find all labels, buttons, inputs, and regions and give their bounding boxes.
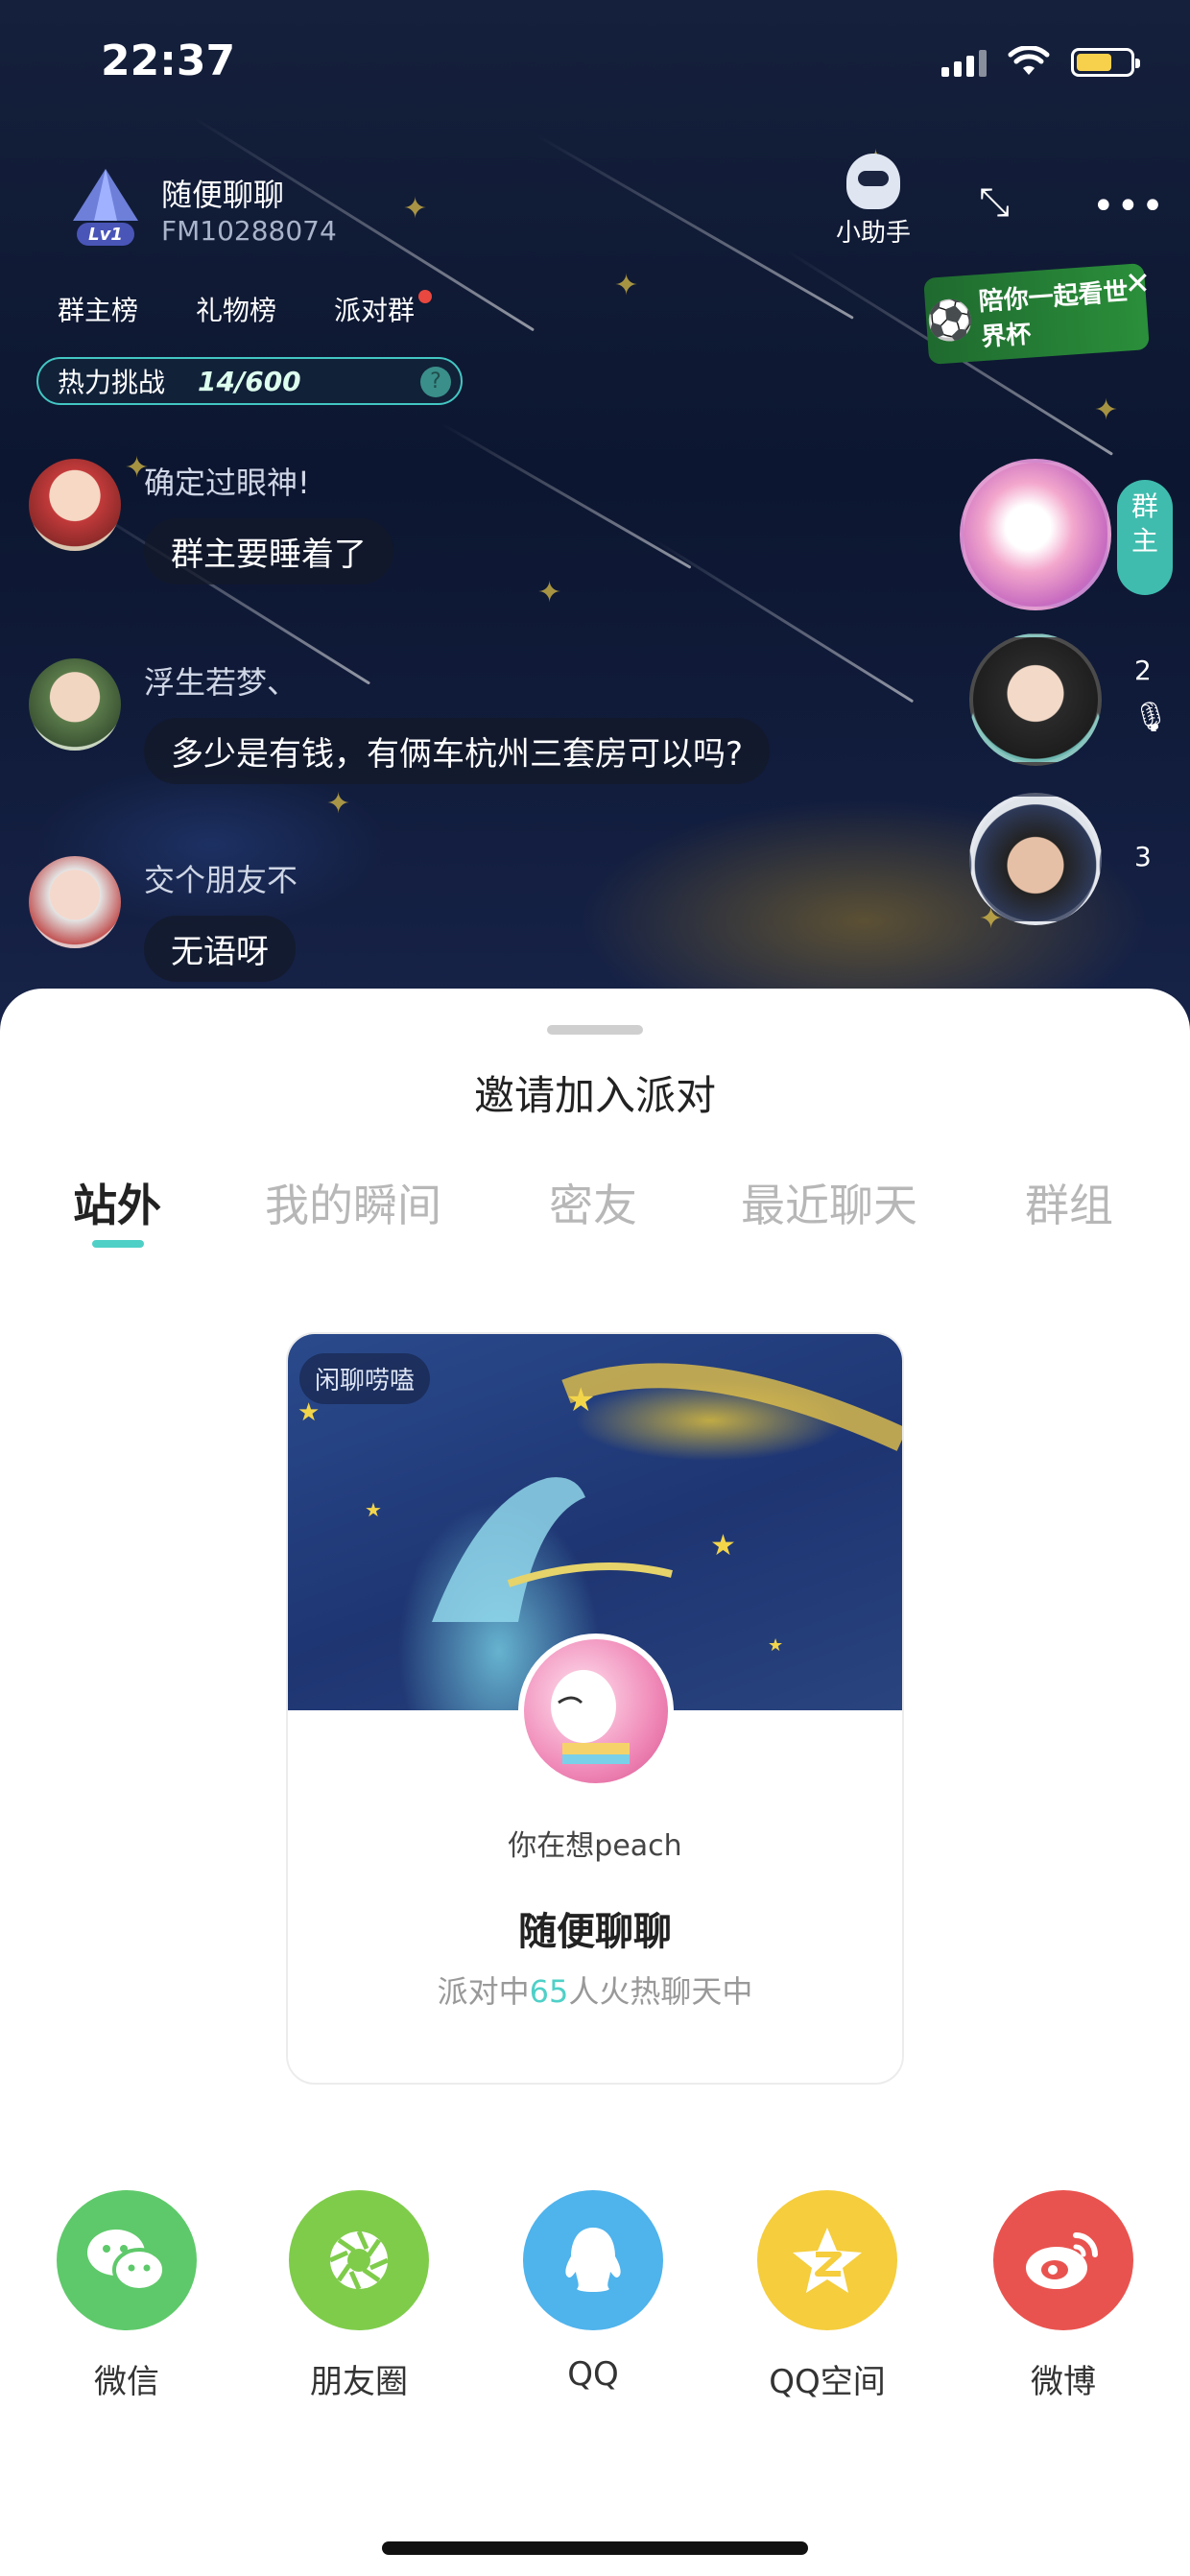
sheet-title: 邀请加入派对 [473, 1072, 716, 1119]
hot-challenge-label: 热力挑战 [58, 367, 166, 398]
helper-label: 小助手 [835, 219, 911, 248]
minimize-room-icon[interactable]: ⤡ [979, 180, 1010, 225]
owner-tag: 群主 [1117, 480, 1173, 595]
cellular-signal-icon [941, 48, 987, 77]
qq-icon [523, 2190, 663, 2330]
seat-number: 2 [1134, 655, 1152, 686]
party-invite-card[interactable]: ★ ★ ★ ★ ★ 闲聊唠嗑 你在想peach 随便聊聊 派对中65人火热聊天中 [286, 1332, 904, 2085]
host-name: 你在想peach [508, 1829, 682, 1863]
share-weibo-button[interactable]: 微博 [987, 2190, 1140, 2402]
unicorn-icon [551, 1670, 630, 1764]
home-indicator [382, 2541, 808, 2555]
hot-challenge-bar[interactable]: 热力挑战 14/600 ? [36, 357, 463, 405]
chat-sender-name: 确定过眼神! [144, 465, 310, 501]
room-level-logo[interactable]: Lv1 [65, 165, 146, 251]
chat-sender-name: 交个朋友不 [144, 862, 298, 898]
mic-seat-avatar[interactable] [969, 633, 1102, 766]
tab-owner-rank[interactable]: 群主榜 [58, 290, 138, 328]
help-icon[interactable]: ? [420, 367, 451, 397]
seat-number: 3 [1134, 841, 1152, 872]
share-moments-button[interactable]: 朋友圈 [282, 2190, 436, 2402]
tab-groups[interactable]: 群组 [1025, 1171, 1113, 1234]
svg-text:Lv1: Lv1 [88, 225, 123, 245]
qzone-icon [757, 2190, 897, 2330]
mic-seat-avatar[interactable] [969, 793, 1102, 925]
room-id: FM10288074 [161, 215, 337, 247]
host-avatar [518, 1634, 674, 1789]
chat-bubble: 无语呀 [144, 916, 296, 982]
microphone-icon: 🎙 [1132, 701, 1170, 734]
tab-party-group[interactable]: 派对群 [334, 290, 433, 328]
room-rank-tabs: 群主榜 礼物榜 派对群 [58, 290, 433, 328]
tab-my-moments[interactable]: 我的瞬间 [265, 1171, 441, 1234]
party-online-count: 派对中65人火热聊天中 [437, 1973, 753, 2010]
status-time: 22:37 [101, 36, 236, 85]
crystal-icon: Lv1 [73, 169, 138, 246]
hot-challenge-progress: 14/600 [198, 365, 301, 397]
svg-text:★: ★ [566, 1381, 595, 1419]
close-icon[interactable]: ✕ [1125, 265, 1151, 301]
room-title: 随便聊聊 [161, 177, 285, 213]
share-label: 微博 [1031, 2363, 1096, 2401]
robot-icon [846, 154, 900, 209]
soccer-ball-icon: ⚽ [924, 297, 976, 345]
owner-seat-avatar[interactable] [960, 459, 1111, 610]
helper-button[interactable]: 小助手 [827, 154, 919, 249]
share-label: QQ [567, 2355, 619, 2394]
avatar[interactable] [29, 658, 121, 751]
share-qzone-button[interactable]: QQ空间 [750, 2190, 904, 2402]
moments-icon [289, 2190, 429, 2330]
sheet-drag-handle[interactable] [547, 1025, 643, 1035]
share-label: 朋友圈 [310, 2363, 408, 2401]
chat-sender-name: 浮生若梦、 [144, 664, 298, 701]
svg-text:★: ★ [365, 1498, 382, 1521]
svg-text:★: ★ [710, 1529, 736, 1562]
chat-bubble: 群主要睡着了 [144, 518, 393, 584]
tab-external[interactable]: 站外 [73, 1171, 161, 1234]
party-category-tag: 闲聊唠嗑 [299, 1353, 431, 1404]
share-wechat-button[interactable]: 微信 [50, 2190, 203, 2402]
svg-text:★: ★ [768, 1635, 783, 1656]
tab-gift-rank[interactable]: 礼物榜 [196, 290, 276, 328]
invite-sheet: 邀请加入派对 站外 我的瞬间 密友 最近聊天 群组 ★ ★ ★ ★ ★ 闲聊唠嗑 [0, 989, 1190, 2576]
weibo-icon [993, 2190, 1133, 2330]
worldcup-promo-banner[interactable]: ⚽ 陪你一起看世界杯 [923, 263, 1150, 365]
party-room-name: 随便聊聊 [518, 1910, 672, 1954]
active-tab-indicator [92, 1240, 144, 1248]
battery-icon [1071, 48, 1140, 77]
share-qq-button[interactable]: QQ [516, 2190, 670, 2394]
wechat-icon [57, 2190, 197, 2330]
status-icons [941, 46, 1140, 79]
unread-dot [418, 290, 433, 303]
tab-recent-chats[interactable]: 最近聊天 [741, 1171, 917, 1234]
avatar[interactable] [29, 856, 121, 948]
more-options-icon[interactable]: ••• [1092, 184, 1166, 228]
wifi-icon [1008, 46, 1050, 75]
avatar[interactable] [29, 459, 121, 551]
tab-close-friends[interactable]: 密友 [549, 1171, 637, 1234]
share-label: 微信 [94, 2363, 159, 2401]
chat-bubble: 多少是有钱，有俩车杭州三套房可以吗? [144, 718, 771, 784]
share-label: QQ空间 [769, 2363, 886, 2401]
invite-tabs: 站外 我的瞬间 密友 最近聊天 群组 [0, 1171, 1190, 1248]
